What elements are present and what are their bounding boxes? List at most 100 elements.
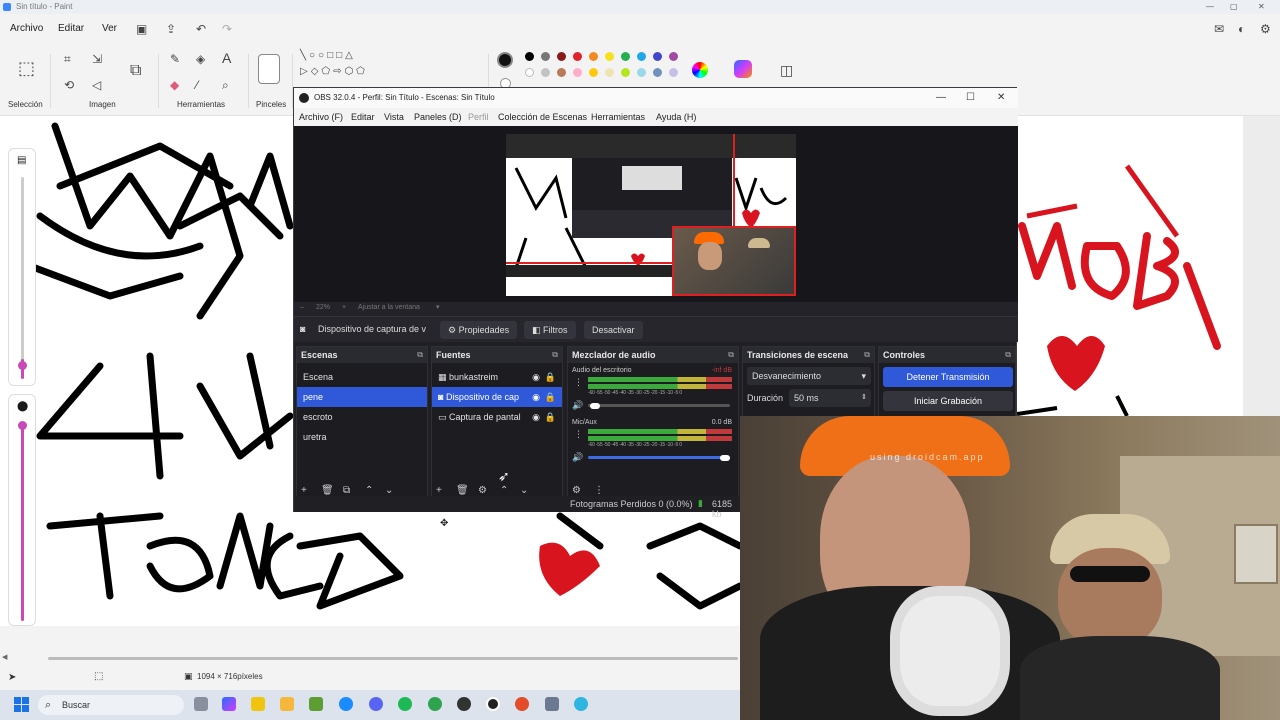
move-up-icon[interactable]: ⌃ — [500, 485, 508, 496]
preview-webcam-source[interactable] — [672, 226, 796, 296]
volume-knob[interactable] — [590, 403, 600, 409]
brush-size-panel[interactable]: ⬤ — [8, 394, 36, 626]
menu-edit[interactable]: Editar — [58, 23, 84, 34]
lock-icon[interactable]: 🔒 — [545, 387, 556, 407]
text-icon[interactable]: A — [222, 50, 231, 66]
color-wheel-icon[interactable] — [692, 62, 708, 78]
minimize-icon[interactable]: — — [1206, 0, 1214, 14]
settings-icon[interactable]: ⚙ — [1260, 22, 1271, 36]
rotate-icon[interactable]: ⟲ — [64, 78, 74, 92]
popout-icon[interactable]: ⧉ — [552, 347, 558, 363]
eye-icon[interactable]: ◉ — [532, 387, 540, 407]
color-swatch[interactable] — [605, 68, 614, 77]
source-item[interactable]: ▦ bunkastreim ◉ 🔒 — [432, 367, 562, 387]
pencil-icon[interactable]: ✎ — [170, 52, 180, 66]
obs-menu-scene-collection[interactable]: Colección de Escenas — [498, 112, 587, 122]
color-swatch[interactable] — [637, 52, 646, 61]
source-item[interactable]: ▭ Captura de pantal ◉ 🔒 — [432, 407, 562, 427]
color-swatch[interactable] — [525, 52, 534, 61]
color-swatch[interactable] — [573, 52, 582, 61]
eye-icon[interactable]: ◉ — [532, 407, 540, 427]
color-swatch[interactable] — [573, 68, 582, 77]
add-scene-icon[interactable]: + — [301, 485, 307, 496]
image-tools-icon[interactable]: ⧉ — [130, 62, 141, 80]
scroll-left-icon[interactable]: ◀ — [2, 653, 7, 661]
close-icon[interactable]: ✕ — [1258, 0, 1265, 14]
taskbar-search[interactable]: ⌕ Buscar — [38, 695, 184, 715]
app-icon[interactable] — [457, 697, 471, 711]
obs-menu-edit[interactable]: Editar — [351, 112, 375, 122]
source-properties-icon[interactable]: ⚙ — [478, 485, 487, 496]
brush-size-track[interactable] — [21, 425, 24, 621]
select-icon[interactable]: ⬚ — [18, 58, 35, 79]
color-swatch[interactable] — [637, 68, 646, 77]
browser-icon[interactable] — [515, 697, 529, 711]
volume-knob[interactable] — [720, 455, 730, 461]
crop-icon[interactable]: ⌗ — [64, 52, 71, 67]
scene-filters-icon[interactable]: ⧉ — [343, 485, 350, 496]
magnifier-icon[interactable]: ⌕ — [222, 78, 229, 93]
color-swatch[interactable] — [541, 52, 550, 61]
scroll-thumb[interactable] — [48, 657, 738, 660]
transition-select[interactable]: Desvanecimiento ▾ — [747, 367, 871, 385]
minecraft-icon[interactable] — [309, 697, 323, 711]
brushes-icon[interactable] — [258, 54, 280, 84]
obs-menu-help[interactable]: Ayuda (H) — [656, 112, 696, 122]
settings-taskbar-icon[interactable] — [545, 697, 559, 711]
color-swatch[interactable] — [589, 52, 598, 61]
obs-menu-docks[interactable]: Paneles (D) — [414, 112, 462, 122]
channel-menu-icon[interactable]: ⋮ — [574, 429, 583, 440]
stop-stream-button[interactable]: Detener Transmisión — [883, 367, 1013, 387]
spinner-icon[interactable]: ⇕ — [861, 389, 867, 407]
start-recording-button[interactable]: Iniciar Grabación — [883, 391, 1013, 411]
discord-icon[interactable] — [369, 697, 383, 711]
share-online-icon[interactable]: ◐ — [1238, 22, 1245, 36]
popout-icon[interactable]: ⧉ — [417, 347, 423, 363]
fill-icon[interactable]: ◈ — [196, 52, 205, 66]
move-up-icon[interactable]: ⌃ — [365, 485, 373, 496]
save-icon[interactable]: ▣ — [136, 22, 147, 36]
copilot-icon[interactable] — [734, 60, 752, 78]
scene-item-selected[interactable]: pene — [297, 387, 427, 407]
color-swatch[interactable] — [653, 52, 662, 61]
fit-window-button[interactable]: Ajustar a la ventana — [358, 304, 420, 311]
source-item-selected[interactable]: ◙ Dispositivo de cap ◉ 🔒 — [432, 387, 562, 407]
move-down-icon[interactable]: ⌄ — [385, 485, 393, 496]
add-source-icon[interactable]: + — [436, 485, 442, 496]
popout-icon[interactable]: ⧉ — [1005, 347, 1011, 363]
file-explorer-icon[interactable] — [280, 697, 294, 711]
duration-input[interactable]: 50 ms ⇕ — [789, 389, 871, 407]
color-swatch[interactable] — [589, 68, 598, 77]
chrome-icon[interactable] — [339, 697, 353, 711]
horizontal-scrollbar[interactable]: ◀ — [0, 654, 740, 662]
color-swatch[interactable] — [669, 68, 678, 77]
eye-icon[interactable]: ◉ — [532, 367, 540, 387]
zoom-track[interactable] — [21, 177, 24, 367]
color-swatch[interactable] — [669, 52, 678, 61]
obs-preview-canvas[interactable] — [506, 134, 796, 296]
menu-file[interactable]: Archivo — [10, 23, 43, 34]
delete-scene-icon[interactable]: 🗑 — [321, 485, 334, 496]
zoom-slider-panel[interactable]: ▤ — [8, 148, 36, 386]
obs-minimize-icon[interactable]: — — [936, 88, 946, 108]
speaker-icon[interactable]: 🔊 — [572, 452, 583, 463]
zoom-handle[interactable] — [18, 361, 27, 370]
chrome-profile-icon[interactable] — [428, 697, 442, 711]
feedback-icon[interactable]: ✉ — [1214, 22, 1224, 36]
move-down-icon[interactable]: ⌄ — [520, 485, 528, 496]
lock-icon[interactable]: 🔒 — [545, 367, 556, 387]
volume-slider[interactable] — [588, 456, 730, 459]
menu-view[interactable]: Ver — [102, 23, 117, 34]
color-swatch[interactable] — [621, 52, 630, 61]
obs-menu-tools[interactable]: Herramientas — [591, 112, 645, 122]
layers-icon[interactable]: ◫ — [780, 62, 793, 79]
popout-icon[interactable]: ⧉ — [728, 347, 734, 363]
delete-source-icon[interactable]: 🗑 — [456, 485, 469, 496]
properties-button[interactable]: ⚙ Propiedades — [440, 321, 518, 339]
shapes-icon[interactable]: ╲○○□□△ — [300, 50, 356, 61]
color-swatch[interactable] — [653, 68, 662, 77]
obs-close-icon[interactable]: ✕ — [997, 88, 1005, 108]
speaker-icon[interactable]: 🔊 — [572, 400, 583, 411]
color-swatch[interactable] — [525, 68, 534, 77]
popout-icon[interactable]: ⧉ — [864, 347, 870, 363]
